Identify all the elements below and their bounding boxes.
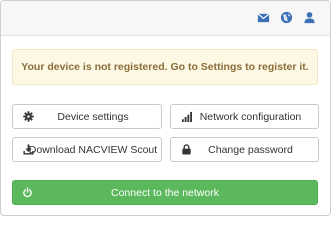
gear-icon (23, 111, 34, 122)
globe-icon[interactable] (280, 11, 293, 24)
change-password-label: Change password (208, 143, 293, 156)
download-scout-button[interactable]: Download NACVIEW Scout (12, 137, 162, 162)
connect-label: Connect to the network (111, 186, 219, 199)
user-icon[interactable] (303, 11, 316, 24)
change-password-button[interactable]: Change password (170, 137, 319, 162)
signal-bars-icon (181, 111, 192, 122)
lock-icon (182, 144, 191, 155)
device-settings-label: Device settings (57, 110, 129, 123)
connect-to-network-button[interactable]: Connect to the network (12, 180, 318, 205)
top-bar (1, 1, 330, 36)
download-icon (23, 144, 34, 155)
app-window: Your device is not registered. Go to Set… (0, 0, 331, 216)
registration-alert: Your device is not registered. Go to Set… (12, 49, 318, 85)
alert-message: Your device is not registered. Go to Set… (21, 61, 309, 73)
power-icon (23, 187, 32, 198)
top-icon-group (257, 11, 316, 24)
envelope-icon[interactable] (257, 11, 270, 24)
network-configuration-button[interactable]: Network configuration (170, 104, 319, 129)
download-scout-label: Download NACVIEW Scout (28, 143, 158, 156)
device-settings-button[interactable]: Device settings (12, 104, 162, 129)
network-configuration-label: Network configuration (199, 110, 302, 123)
